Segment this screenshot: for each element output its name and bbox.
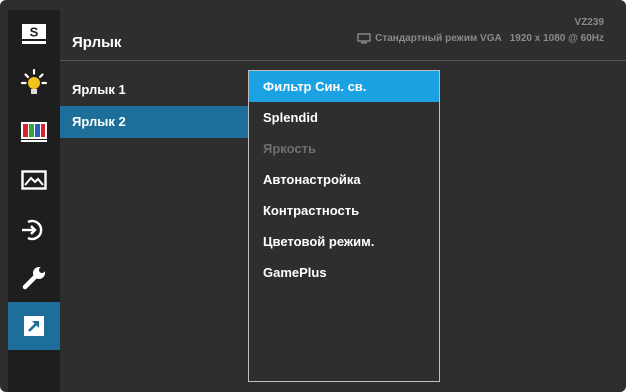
model-name: VZ239	[574, 17, 604, 28]
option-gameplus[interactable]: GamePlus	[249, 257, 439, 288]
header-divider	[60, 60, 626, 61]
shortcut-arrow-icon[interactable]	[8, 302, 60, 350]
shortcut-item-2[interactable]: Ярлык 2	[60, 106, 248, 138]
brightness-sun-icon[interactable]	[8, 60, 60, 108]
input-select-icon[interactable]	[8, 206, 60, 254]
option-blue-light-filter[interactable]: Фильтр Син. св.	[249, 71, 439, 102]
splendid-s-icon[interactable]: S	[8, 10, 60, 58]
wrench-settings-icon[interactable]	[8, 254, 60, 302]
page-title: Ярлык	[72, 34, 122, 51]
shortcut-item-1[interactable]: Ярлык 1	[60, 74, 248, 106]
osd-menu: S Ярлык VZ239 Стандартный режим VGA 1920…	[0, 0, 626, 392]
option-color-mode[interactable]: Цветовой режим.	[249, 226, 439, 257]
color-bars-icon[interactable]	[8, 108, 60, 156]
option-contrast[interactable]: Контрастность	[249, 195, 439, 226]
submenu-panel	[440, 70, 626, 382]
svg-text:S: S	[30, 25, 39, 40]
function-list: Фильтр Син. св. Splendid Яркость Автонас…	[248, 70, 440, 382]
option-brightness: Яркость	[263, 141, 316, 156]
option-splendid[interactable]: Splendid	[249, 102, 439, 133]
main-panel: Ярлык VZ239 Стандартный режим VGA 1920 x…	[60, 0, 626, 392]
image-landscape-icon[interactable]	[8, 156, 60, 204]
shortcut-list: Ярлык 1 Ярлык 2	[60, 74, 248, 138]
monitor-icon	[357, 33, 371, 44]
status-info: Стандартный режим VGA 1920 x 1080 @ 60Hz	[357, 33, 604, 44]
input-mode-text: Стандартный режим VGA	[375, 33, 502, 44]
resolution-text: 1920 x 1080 @ 60Hz	[509, 33, 604, 44]
option-auto-adjust[interactable]: Автонастройка	[249, 164, 439, 195]
sidebar-icon-bar: S	[8, 10, 60, 392]
